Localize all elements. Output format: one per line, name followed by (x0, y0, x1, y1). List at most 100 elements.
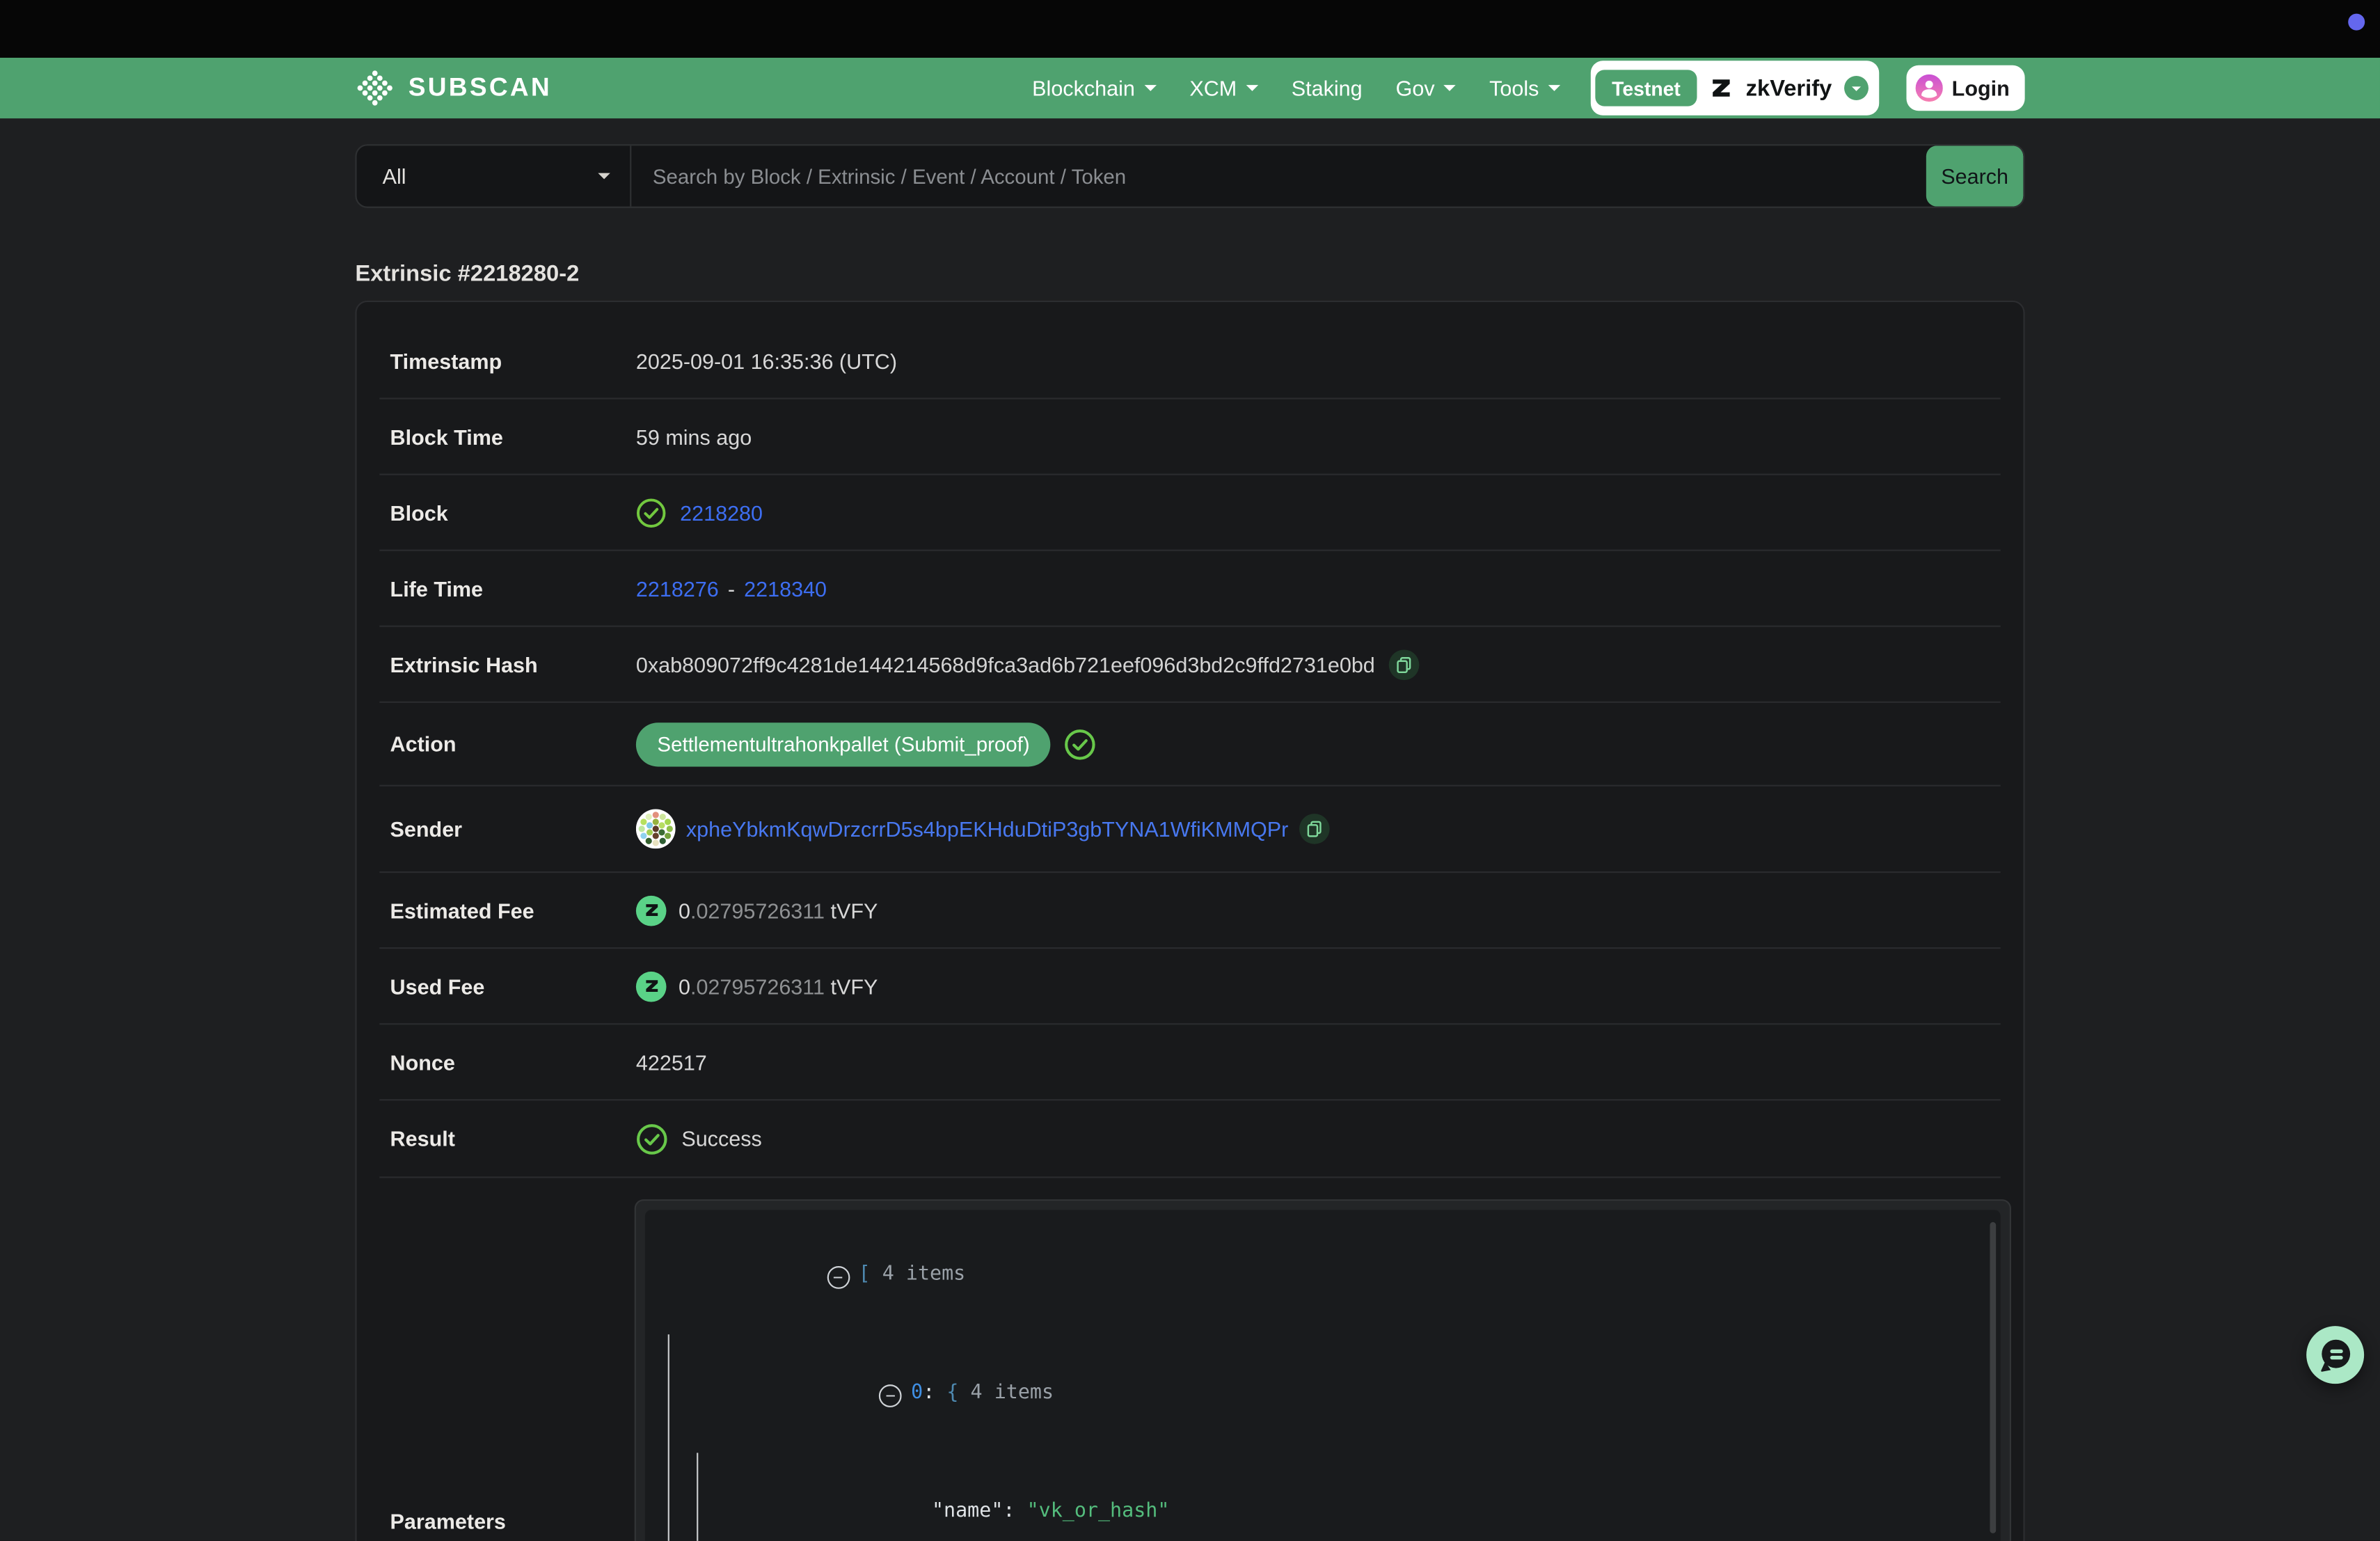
page-title: Extrinsic #2218280-2 (355, 261, 2024, 287)
search-input[interactable] (631, 145, 1926, 206)
nav-gov[interactable]: Gov (1396, 76, 1457, 100)
row-label: Block (390, 500, 636, 525)
status-dot (2348, 14, 2365, 31)
finalized-check-icon (636, 497, 667, 528)
network-chevron-icon (1844, 76, 1869, 100)
login-button[interactable]: Login (1906, 65, 2024, 111)
json-bracket: [ (859, 1263, 871, 1286)
network-selector[interactable]: Testnet zkVerify (1591, 61, 1879, 116)
json-string-value: "vk_or_hash" (1027, 1500, 1170, 1523)
row-block-time: Block Time 59 mins ago (379, 400, 2000, 475)
copy-address-button[interactable] (1299, 814, 1330, 844)
row-nonce: Nonce 422517 (379, 1025, 2000, 1100)
code-scrollbar[interactable] (1990, 1222, 1996, 1533)
result-value: Success (681, 1126, 761, 1151)
action-badge[interactable]: Settlementultrahonkpallet (Submit_proof) (636, 722, 1051, 766)
nav-staking[interactable]: Staking (1292, 76, 1363, 100)
row-extrinsic-hash: Extrinsic Hash 0xab809072ff9c4281de14421… (379, 627, 2000, 703)
json-root-line: [ 4 items (660, 1216, 1974, 1334)
row-timestamp: Timestamp 2025-09-01 16:35:36 (UTC) (379, 325, 2000, 400)
nav-label: Staking (1292, 76, 1363, 100)
timestamp-value: 2025-09-01 16:35:36 (UTC) (636, 349, 897, 374)
success-check-icon (1065, 728, 1097, 760)
row-label: Nonce (390, 1050, 636, 1074)
nav-label: Blockchain (1032, 76, 1135, 100)
copy-icon (1305, 820, 1323, 838)
chevron-down-icon (1548, 85, 1560, 97)
nav-label: XCM (1189, 76, 1237, 100)
json-branch: 0: { 4 items "name": "vk_or_hash" "type"… (668, 1334, 1974, 1541)
json-item-line: 0: { 4 items (689, 1334, 1973, 1453)
row-label: Action (390, 732, 636, 756)
json-brace: { (946, 1382, 958, 1405)
tvfy-token-icon (636, 971, 667, 1002)
network-name: zkVerify (1746, 75, 1832, 101)
search-section: All Search (355, 144, 2024, 208)
row-label: Sender (390, 816, 636, 841)
row-label: Extrinsic Hash (390, 652, 636, 677)
collapse-icon[interactable] (827, 1266, 850, 1289)
user-avatar-icon (1915, 74, 1942, 102)
search-filter-select[interactable]: All (357, 145, 632, 206)
row-label: Parameters (390, 1509, 636, 1533)
life-time-to-link[interactable]: 2218340 (744, 576, 827, 601)
copy-icon (1395, 655, 1413, 673)
parameters-viewer: [ 4 items 0: { 4 items "name": "vk_or_ha… (635, 1199, 2011, 1541)
top-strip (0, 0, 2380, 58)
nav-label: Tools (1489, 76, 1539, 100)
row-used-fee: Used Fee 0.02795726311 tVFY (379, 949, 2000, 1025)
row-label: Estimated Fee (390, 898, 636, 922)
life-time-from-link[interactable]: 2218276 (636, 576, 719, 601)
chevron-down-icon (1144, 85, 1156, 97)
chat-bubble-icon (2306, 1325, 2365, 1384)
collapse-icon[interactable] (879, 1384, 902, 1407)
row-block: Block 2218280 (379, 475, 2000, 551)
row-estimated-fee: Estimated Fee 0.02795726311 tVFY (379, 873, 2000, 949)
success-check-icon (636, 1123, 668, 1155)
chat-widget-button[interactable] (2306, 1325, 2365, 1384)
json-item-count: 4 items (882, 1263, 966, 1286)
subscan-diamond-icon (355, 68, 395, 108)
json-index: 0 (911, 1382, 923, 1405)
block-time-value: 59 mins ago (636, 425, 752, 449)
json-item-count: 4 items (971, 1382, 1054, 1405)
used-fee-amount: 0.02795726311 tVFY (679, 974, 878, 998)
sender-address-link[interactable]: xpheYbkmKqwDrzcrrD5s4bpEKHduDtiP3gbTYNA1… (686, 816, 1288, 841)
row-label: Block Time (390, 425, 636, 449)
nav-tools[interactable]: Tools (1489, 76, 1560, 100)
chevron-down-icon (598, 173, 610, 185)
row-label: Used Fee (390, 974, 636, 998)
estimated-fee-amount: 0.02795726311 tVFY (679, 898, 878, 922)
json-key: "name": (932, 1500, 1015, 1523)
login-label: Login (1952, 76, 2010, 100)
page: SUBSCAN Blockchain XCM Staking Gov (0, 0, 2380, 1541)
extrinsic-hash-value: 0xab809072ff9c4281de144214568d9fca3ad6b7… (636, 652, 1375, 677)
row-action: Action Settlementultrahonkpallet (Submit… (379, 703, 2000, 787)
nav-label: Gov (1396, 76, 1435, 100)
row-label: Result (390, 1126, 636, 1151)
search-filter-value: All (383, 164, 406, 189)
extrinsic-detail-card: Timestamp 2025-09-01 16:35:36 (UTC) Bloc… (355, 301, 2024, 1541)
parameters-json-tree[interactable]: [ 4 items 0: { 4 items "name": "vk_or_ha… (645, 1210, 2001, 1540)
chevron-down-icon (1444, 85, 1456, 97)
nav-blockchain[interactable]: Blockchain (1032, 76, 1156, 100)
block-link[interactable]: 2218280 (680, 500, 763, 525)
row-life-time: Life Time 2218276 - 2218340 (379, 551, 2000, 627)
row-label: Life Time (390, 576, 636, 601)
brand-name: SUBSCAN (408, 73, 552, 104)
chevron-down-icon (1246, 85, 1258, 97)
nonce-value: 422517 (636, 1050, 707, 1074)
nav-xcm[interactable]: XCM (1189, 76, 1258, 100)
main-nav: Blockchain XCM Staking Gov Tools (1032, 76, 1560, 100)
row-parameters: Parameters [ 4 items 0: { 4 items (379, 1178, 2000, 1541)
tvfy-token-icon (636, 895, 667, 926)
json-field-line: "name": "vk_or_hash" (718, 1453, 1974, 1541)
copy-hash-button[interactable] (1388, 649, 1419, 679)
network-env-badge: Testnet (1595, 70, 1697, 106)
subscan-logo[interactable]: SUBSCAN (355, 68, 552, 108)
row-result: Result Success (379, 1100, 2000, 1178)
main-header: SUBSCAN Blockchain XCM Staking Gov (0, 58, 2380, 118)
search-bar: All Search (355, 144, 2024, 208)
search-button[interactable]: Search (1926, 145, 2024, 206)
life-time-separator: - (728, 576, 735, 601)
